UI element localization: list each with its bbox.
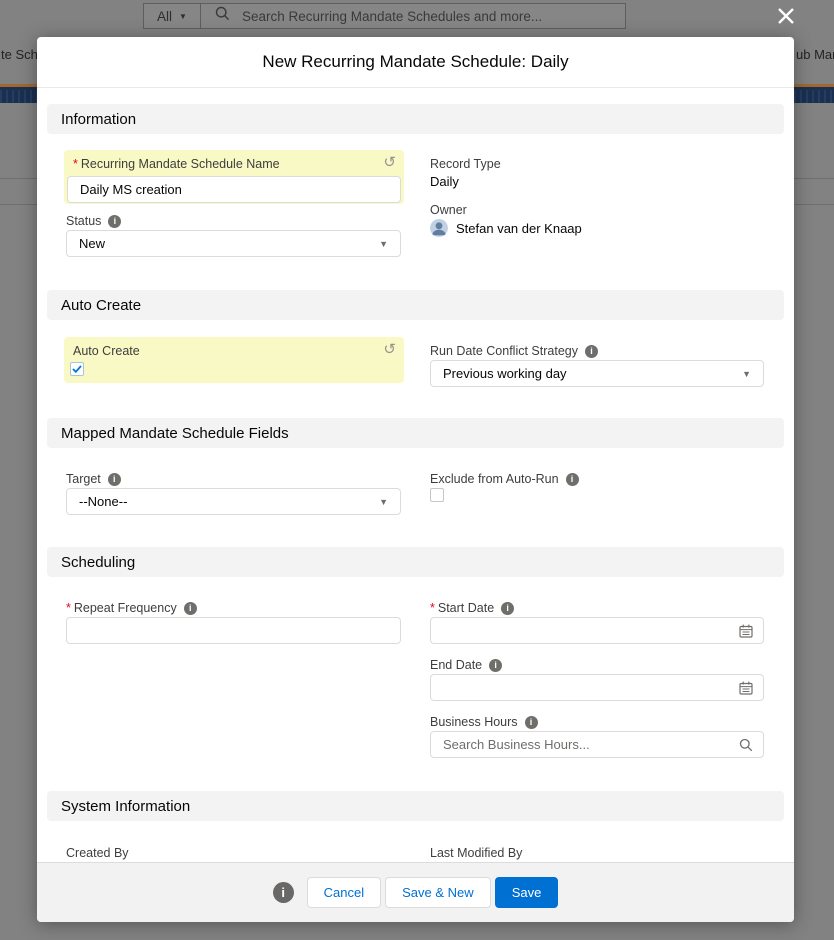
status-dropdown[interactable]: New ▼ bbox=[66, 230, 401, 257]
undo-icon[interactable]: ↺ bbox=[383, 342, 396, 357]
name-field-label: * Recurring Mandate Schedule Name bbox=[73, 156, 280, 173]
cancel-button[interactable]: Cancel bbox=[307, 877, 381, 908]
created-by-label: Created By bbox=[66, 845, 129, 862]
search-icon[interactable] bbox=[739, 738, 753, 752]
run-date-conflict-value: Previous working day bbox=[443, 366, 567, 381]
info-icon[interactable]: i bbox=[585, 345, 598, 358]
end-date-input[interactable] bbox=[431, 675, 739, 700]
owner-value: Stefan van der Knaap bbox=[456, 220, 582, 237]
exclude-auto-run-checkbox[interactable] bbox=[430, 488, 444, 502]
search-scope-selector[interactable]: All ▼ bbox=[144, 4, 201, 28]
status-field-label: Status i bbox=[66, 213, 121, 230]
name-input[interactable] bbox=[68, 182, 400, 197]
close-icon[interactable] bbox=[774, 4, 798, 28]
new-recurring-mandate-schedule-modal: New Recurring Mandate Schedule: Daily In… bbox=[37, 37, 794, 922]
info-icon[interactable]: i bbox=[273, 882, 294, 903]
end-date-label: End Date i bbox=[430, 657, 502, 674]
field-auto-create-highlight: Auto Create ↺ bbox=[64, 337, 404, 383]
start-date-input[interactable] bbox=[431, 618, 739, 643]
dimmed-backdrop: All ▼ te Sche ub Mana New Recurring Mand… bbox=[0, 0, 834, 940]
info-icon[interactable]: i bbox=[108, 215, 121, 228]
record-type-value: Daily bbox=[430, 173, 459, 190]
run-date-conflict-label: Run Date Conflict Strategy i bbox=[430, 343, 598, 360]
calendar-icon[interactable] bbox=[739, 681, 753, 695]
info-icon[interactable]: i bbox=[108, 473, 121, 486]
background-path-bar-right bbox=[794, 84, 834, 103]
auto-create-label: Auto Create bbox=[73, 343, 140, 360]
modal-title: New Recurring Mandate Schedule: Daily bbox=[262, 52, 568, 72]
target-dropdown[interactable]: --None-- ▼ bbox=[66, 488, 401, 515]
search-scope-label: All bbox=[157, 9, 172, 24]
owner-label: Owner bbox=[430, 202, 467, 219]
section-header-auto-create: Auto Create bbox=[47, 290, 784, 320]
save-and-new-button[interactable]: Save & New bbox=[385, 877, 491, 908]
save-button[interactable]: Save bbox=[495, 877, 559, 908]
target-label: Target i bbox=[66, 471, 121, 488]
background-divider bbox=[0, 204, 37, 205]
background-divider bbox=[0, 178, 37, 179]
business-hours-label: Business Hours i bbox=[430, 714, 538, 731]
required-asterisk: * bbox=[66, 600, 71, 617]
avatar bbox=[430, 219, 448, 237]
chevron-down-icon: ▼ bbox=[379, 497, 388, 507]
background-path-bar-left bbox=[0, 84, 37, 103]
section-header-scheduling: Scheduling bbox=[47, 547, 784, 577]
calendar-icon[interactable] bbox=[739, 624, 753, 638]
section-header-information: Information bbox=[47, 104, 784, 134]
record-type-label: Record Type bbox=[430, 156, 501, 173]
background-divider bbox=[794, 204, 834, 205]
exclude-auto-run-label: Exclude from Auto-Run i bbox=[430, 471, 579, 488]
info-icon[interactable]: i bbox=[489, 659, 502, 672]
info-icon[interactable]: i bbox=[184, 602, 197, 615]
owner-row: Stefan van der Knaap bbox=[430, 219, 582, 237]
required-asterisk: * bbox=[73, 156, 78, 173]
run-date-conflict-dropdown[interactable]: Previous working day ▼ bbox=[430, 360, 764, 387]
chevron-down-icon: ▼ bbox=[379, 239, 388, 249]
info-icon[interactable]: i bbox=[566, 473, 579, 486]
start-date-label: * Start Date i bbox=[430, 600, 514, 617]
repeat-frequency-input[interactable] bbox=[67, 618, 400, 643]
global-search-input[interactable] bbox=[242, 9, 602, 24]
search-icon bbox=[215, 6, 230, 26]
last-modified-by-label: Last Modified By bbox=[430, 845, 522, 862]
required-asterisk: * bbox=[430, 600, 435, 617]
business-hours-lookup-input[interactable] bbox=[431, 732, 739, 757]
chevron-down-icon: ▼ bbox=[179, 12, 187, 21]
background-tab-fragment-right: ub Mana bbox=[796, 47, 834, 62]
modal-footer: i Cancel Save & New Save bbox=[37, 862, 794, 922]
section-header-mapped-fields: Mapped Mandate Schedule Fields bbox=[47, 418, 784, 448]
info-icon[interactable]: i bbox=[501, 602, 514, 615]
info-icon[interactable]: i bbox=[525, 716, 538, 729]
target-dropdown-value: --None-- bbox=[79, 494, 127, 509]
field-name-highlight: * Recurring Mandate Schedule Name ↺ bbox=[64, 150, 404, 204]
auto-create-checkbox[interactable] bbox=[70, 362, 84, 376]
undo-icon[interactable]: ↺ bbox=[383, 155, 396, 170]
repeat-frequency-label: * Repeat Frequency i bbox=[66, 600, 197, 617]
section-header-system-information: System Information bbox=[47, 791, 784, 821]
background-divider bbox=[794, 178, 834, 179]
global-search-bar[interactable]: All ▼ bbox=[143, 3, 626, 29]
chevron-down-icon: ▼ bbox=[742, 369, 751, 379]
modal-header: New Recurring Mandate Schedule: Daily bbox=[37, 37, 794, 88]
status-dropdown-value: New bbox=[79, 236, 105, 251]
